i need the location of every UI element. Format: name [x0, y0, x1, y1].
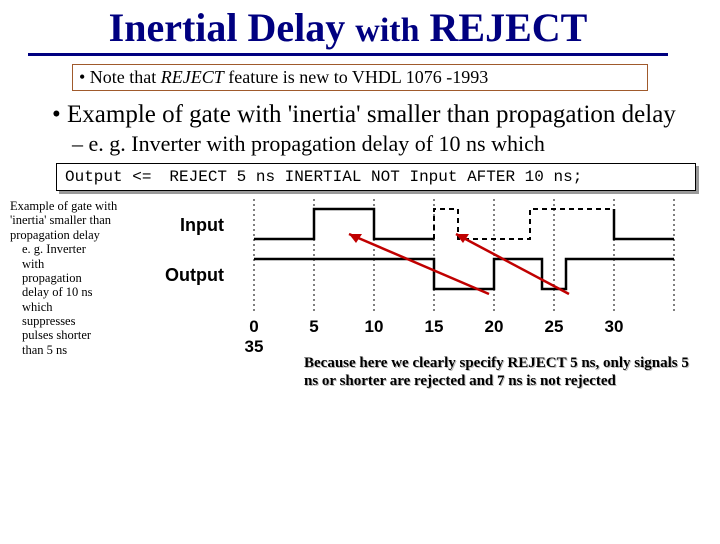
sidenote-l8: which	[10, 300, 148, 314]
title-with: with	[355, 12, 419, 49]
code-rhs: REJECT 5 ns INERTIAL NOT Input AFTER 10 …	[169, 168, 582, 186]
caption: Because here we clearly specify REJECT 5…	[304, 354, 704, 390]
title-part1: Inertial Delay	[109, 5, 356, 50]
note-pre: • Note that	[79, 67, 161, 87]
tick-15: 15	[414, 317, 454, 337]
label-output: Output	[154, 265, 224, 286]
tick-30: 30	[594, 317, 634, 337]
tick-5: 5	[294, 317, 334, 337]
sidenote-l10: pulses shorter	[10, 328, 148, 342]
sidenote-l4: e. g. Inverter	[10, 242, 148, 256]
tick-35: 35	[234, 337, 274, 357]
arrow-1	[349, 234, 489, 294]
sidenote: Example of gate with 'inertia' smaller t…	[0, 199, 154, 357]
sidenote-l3: propagation delay	[10, 228, 100, 242]
vhdl-code-box: Output <= REJECT 5 ns INERTIAL NOT Input …	[56, 163, 696, 191]
note-post: feature is new to VHDL 1076 -1993	[224, 67, 488, 87]
note-reject-word: REJECT	[161, 67, 224, 87]
sidenote-l1: Example of gate with	[10, 199, 117, 213]
sub-bullet-inverter: – e. g. Inverter with propagation delay …	[72, 131, 692, 157]
sidenote-l11: than 5 ns	[10, 343, 148, 357]
tick-10: 10	[354, 317, 394, 337]
sidenote-l6: propagation	[10, 271, 148, 285]
tick-0: 0	[234, 317, 274, 337]
tick-25: 25	[534, 317, 574, 337]
arrow-2	[456, 234, 569, 294]
tick-20: 20	[474, 317, 514, 337]
bullet-example: • Example of gate with 'inertia' smaller…	[28, 101, 692, 129]
note-box: • Note that REJECT feature is new to VHD…	[72, 64, 648, 91]
timing-diagram: Input Output	[154, 199, 714, 429]
sidenote-l5: with	[10, 257, 148, 271]
sidenote-l7: delay of 10 ns	[10, 285, 148, 299]
sidenote-l2: 'inertia' smaller than	[10, 213, 111, 227]
code-lhs: Output <=	[65, 168, 151, 186]
label-input: Input	[154, 215, 224, 236]
sidenote-l9: suppresses	[10, 314, 148, 328]
title-part2: REJECT	[420, 5, 588, 50]
page-title: Inertial Delay with REJECT	[28, 4, 668, 56]
